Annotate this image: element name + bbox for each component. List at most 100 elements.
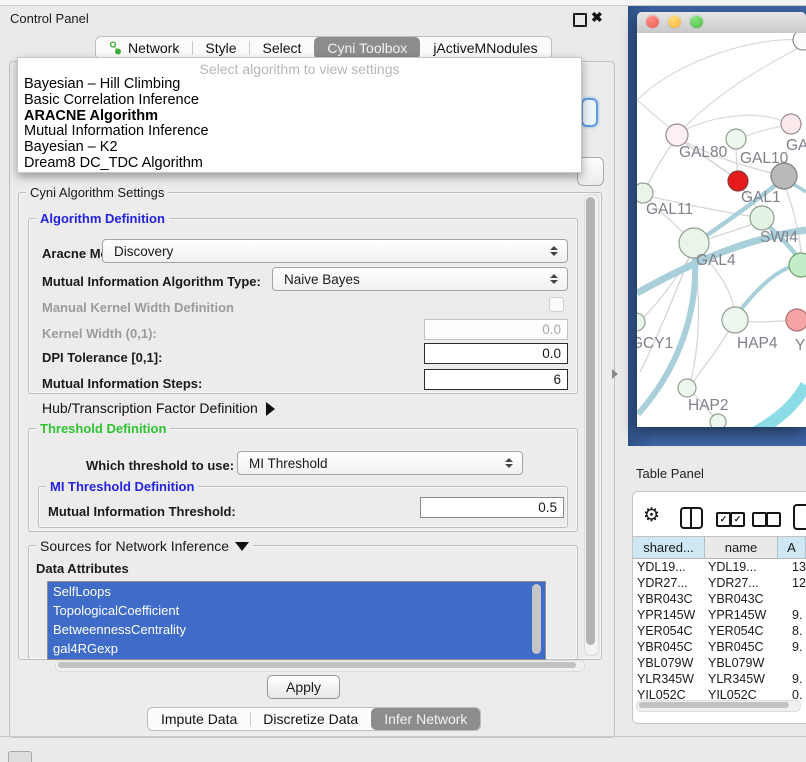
column-header-shared[interactable]: shared... xyxy=(633,536,705,559)
manual-kernel-label: Manual Kernel Width Definition xyxy=(42,300,234,315)
apply-button[interactable]: Apply xyxy=(267,675,340,699)
focused-combo-fragment[interactable] xyxy=(581,98,598,127)
attribute-item-betweennesscentrality[interactable]: BetweennessCentrality xyxy=(48,620,545,639)
network-node-gal1[interactable] xyxy=(728,171,748,191)
attributes-scroll-thumb[interactable] xyxy=(532,584,541,654)
select-all-icon[interactable]: ✓ xyxy=(716,512,731,527)
network-edge[interactable] xyxy=(637,40,803,100)
table-row[interactable]: YDL19...YDL19...13 xyxy=(633,559,806,575)
minimize-button[interactable] xyxy=(668,15,681,28)
tab-cyni-toolbox[interactable]: Cyni Toolbox xyxy=(314,37,420,59)
table-hscroll-thumb[interactable] xyxy=(639,702,789,708)
table-row[interactable]: YBR045CYBR045C9. xyxy=(633,639,806,655)
network-node[interactable] xyxy=(789,253,806,277)
table-cell xyxy=(778,591,806,607)
deselect-all-icon[interactable] xyxy=(752,512,767,527)
kernel-width-label: Kernel Width (0,1): xyxy=(42,326,157,341)
close-icon[interactable]: ✖ xyxy=(591,9,603,26)
stepper-arrows-icon xyxy=(505,458,513,468)
table-cell: 9. xyxy=(778,639,806,655)
settings-horizontal-scrollbar[interactable] xyxy=(55,660,585,672)
table-row[interactable]: YBL079WYBL079W xyxy=(633,655,806,671)
attribute-item-topologicalcoefficient[interactable]: TopologicalCoefficient xyxy=(48,601,545,620)
algorithm-option-aracne-algorithm[interactable]: ARACNE Algorithm xyxy=(18,109,581,125)
table-horizontal-scrollbar[interactable] xyxy=(636,700,801,712)
table-icon[interactable] xyxy=(793,504,806,530)
mi-type-select[interactable]: Naive Bayes xyxy=(272,267,568,291)
column-header-name[interactable]: name xyxy=(705,536,778,559)
table-row[interactable]: YLR345WYLR345W9. xyxy=(633,671,806,687)
table-cell: YBR043C xyxy=(633,591,705,607)
data-attributes-list[interactable]: SelfLoopsTopologicalCoefficientBetweenne… xyxy=(47,581,546,660)
algorithm-option-bayesian-k2[interactable]: Bayesian – K2 xyxy=(18,140,581,156)
tab-style[interactable]: Style xyxy=(192,37,249,59)
table-panel-title: Table Panel xyxy=(636,466,704,481)
network-node-gal11[interactable] xyxy=(637,183,653,203)
hub-definition-label: Hub/Transcription Factor Definition xyxy=(42,400,258,416)
table-cell: YER054C xyxy=(705,623,778,639)
algorithm-option-basic-correlation-inference[interactable]: Basic Correlation Inference xyxy=(18,93,581,109)
network-node-swi4[interactable] xyxy=(750,206,774,230)
mi-threshold-field[interactable]: 0.5 xyxy=(420,497,564,518)
aracne-mode-value: Discovery xyxy=(114,244,173,259)
network-node-hap4[interactable] xyxy=(722,307,748,333)
which-threshold-select[interactable]: MI Threshold xyxy=(237,451,523,475)
network-edge[interactable] xyxy=(735,265,800,317)
network-node-hap2[interactable] xyxy=(678,379,696,397)
column-view-icon[interactable] xyxy=(680,507,703,529)
network-edge[interactable] xyxy=(732,385,806,427)
network-node-y[interactable] xyxy=(786,309,806,331)
network-node-gal7[interactable] xyxy=(781,114,801,134)
kernel-width-field: 0.0 xyxy=(424,319,568,340)
manual-kernel-checkbox[interactable] xyxy=(549,297,564,312)
hub-definition-expander[interactable]: Hub/Transcription Factor Definition xyxy=(42,400,275,416)
sources-group-title[interactable]: Sources for Network Inference xyxy=(36,538,253,554)
node-label-y: Y xyxy=(795,337,805,354)
network-node-gal10[interactable] xyxy=(726,129,746,149)
algorithm-prompt: Select algorithm to view settings xyxy=(18,58,581,77)
network-node-gcy1[interactable] xyxy=(637,313,645,331)
deselect-all-icon[interactable] xyxy=(766,512,781,527)
settings-scroll-thumb[interactable] xyxy=(586,197,595,645)
panel-collapse-arrow-icon[interactable] xyxy=(612,369,618,379)
algorithm-option-mutual-information-inference[interactable]: Mutual Information Inference xyxy=(18,124,581,140)
network-window-titlebar[interactable] xyxy=(637,12,806,34)
column-header-a[interactable]: A xyxy=(778,536,806,559)
float-icon[interactable] xyxy=(573,13,587,27)
aracne-mode-select[interactable]: Discovery xyxy=(102,239,568,263)
table-cell: YLR345W xyxy=(633,671,705,687)
algorithm-option-dream8-dc-tdc-algorithm[interactable]: Dream8 DC_TDC Algorithm xyxy=(18,156,581,172)
gear-icon[interactable]: ⚙ xyxy=(643,504,660,527)
network-view[interactable]: GAL7GAL80GAL10GAL1GAL11SWI4GAL4GCY1HAP4Y… xyxy=(637,33,806,427)
tab-select[interactable]: Select xyxy=(249,37,314,59)
close-button[interactable] xyxy=(646,15,659,28)
bottom-tab-discretize-data[interactable]: Discretize Data xyxy=(250,708,371,730)
network-node[interactable] xyxy=(710,414,726,427)
algorithm-option-bayesian-hill-climbing[interactable]: Bayesian – Hill Climbing xyxy=(18,77,581,93)
network-node-gal80[interactable] xyxy=(666,124,688,146)
network-edge[interactable] xyxy=(690,322,734,386)
bottom-tab-impute-data[interactable]: Impute Data xyxy=(148,708,250,730)
bottom-tab-infer-network[interactable]: Infer Network xyxy=(371,708,480,730)
network-node[interactable] xyxy=(793,33,806,50)
node-label-gal1: GAL1 xyxy=(741,189,781,206)
table-row[interactable]: YBR043CYBR043C xyxy=(633,591,806,607)
tab-jactivemnodules[interactable]: jActiveMNodules xyxy=(420,37,550,59)
attribute-item-gal4rgexp[interactable]: gal4RGexp xyxy=(48,639,545,658)
select-all-icon[interactable]: ✓ xyxy=(730,512,745,527)
zoom-button[interactable] xyxy=(690,15,703,28)
table-cell: YPR145W xyxy=(633,607,705,623)
table-row[interactable]: YER054CYER054C8. xyxy=(633,623,806,639)
table-row[interactable]: YPR145WYPR145W9. xyxy=(633,607,806,623)
table-cell: YDR27... xyxy=(633,575,705,591)
settings-hscroll-thumb[interactable] xyxy=(58,662,576,668)
table-header: shared...nameA xyxy=(633,536,806,559)
dpi-tolerance-field[interactable]: 0.0 xyxy=(424,343,568,364)
settings-vertical-scrollbar[interactable] xyxy=(584,194,599,656)
attribute-item-selfloops[interactable]: SelfLoops xyxy=(48,582,545,601)
table-cell: 9. xyxy=(778,671,806,687)
tab-network[interactable]: Network xyxy=(96,37,192,59)
corner-grip[interactable] xyxy=(8,751,32,762)
table-row[interactable]: YDR27...YDR27...12 xyxy=(633,575,806,591)
mi-steps-field[interactable]: 6 xyxy=(424,369,568,390)
